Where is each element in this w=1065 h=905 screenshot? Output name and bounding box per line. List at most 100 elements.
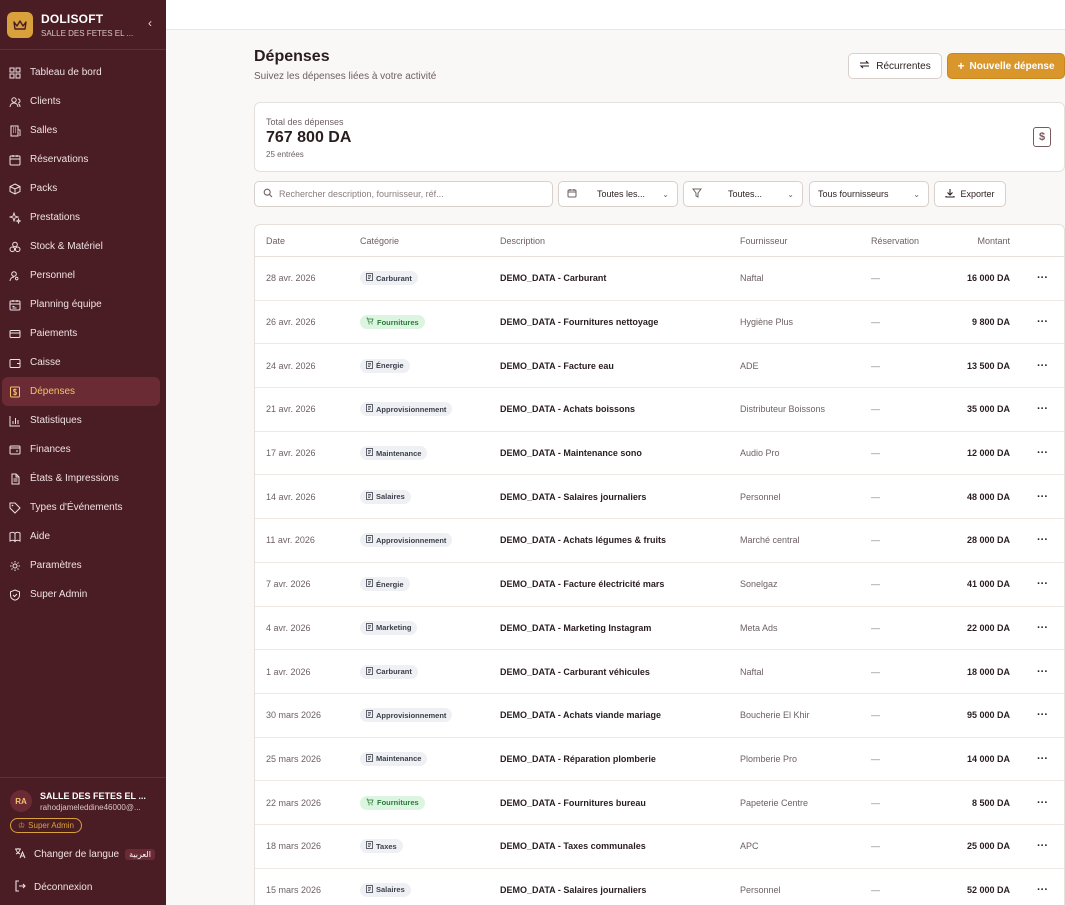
col-supplier[interactable]: Fournisseur xyxy=(740,236,788,246)
row-actions-icon[interactable]: ··· xyxy=(1037,491,1048,503)
table-row[interactable]: 11 avr. 2026 Approvisionnement DEMO_DATA -… xyxy=(255,519,1064,563)
new-expense-button[interactable]: + Nouvelle dépense xyxy=(947,53,1065,79)
sidebar-item-label: Dépenses xyxy=(30,386,76,397)
row-actions-icon[interactable]: ··· xyxy=(1037,534,1048,546)
category-badge: Marketing xyxy=(360,620,418,635)
reservation-cell: — xyxy=(871,884,880,895)
user-card[interactable]: RA SALLE DES FETES EL ... rahodjameleddi… xyxy=(10,790,156,812)
sidebar-item-etats-impressions[interactable]: États & Impressions xyxy=(0,464,160,493)
reservation-cell: — xyxy=(871,753,880,764)
date-filter-select[interactable]: Toutes les... ⌄ xyxy=(558,181,678,207)
col-description[interactable]: Description xyxy=(500,236,545,246)
sidebar-item-parametres[interactable]: Paramètres xyxy=(0,551,160,580)
sidebar-item-aide[interactable]: Aide xyxy=(0,522,160,551)
sidebar-item-tableau-de-bord[interactable]: Tableau de bord xyxy=(0,58,160,87)
row-actions-icon[interactable]: ··· xyxy=(1037,622,1048,634)
sidebar-item-reservations[interactable]: Réservations xyxy=(0,145,160,174)
table-row[interactable]: 28 avr. 2026 Carburant DEMO_DATA - Carbura… xyxy=(255,257,1064,301)
col-reservation[interactable]: Réservation xyxy=(871,236,919,246)
date-filter-value: Toutes les... xyxy=(597,189,646,199)
category-filter-value: Toutes... xyxy=(728,189,763,199)
category-cell: Fournitures xyxy=(360,795,425,810)
date-cell: 21 avr. 2026 xyxy=(266,404,316,415)
date-cell: 1 avr. 2026 xyxy=(266,666,311,677)
col-category[interactable]: Catégorie xyxy=(360,236,399,246)
row-actions-icon[interactable]: ··· xyxy=(1037,884,1048,896)
table-row[interactable]: 4 avr. 2026 Marketing DEMO_DATA - Marketin… xyxy=(255,607,1064,651)
table-row[interactable]: 22 mars 2026 Fournitures DEMO_DATA - Fourn… xyxy=(255,781,1064,825)
amount-cell: 12 000 DA xyxy=(966,448,1010,459)
sidebar-item-packs[interactable]: Packs xyxy=(0,174,160,203)
table-row[interactable]: 17 avr. 2026 Maintenance DEMO_DATA - Maint… xyxy=(255,432,1064,476)
sidebar-item-caisse[interactable]: Caisse xyxy=(0,348,160,377)
table-row[interactable]: 25 mars 2026 Maintenance DEMO_DATA - Répar… xyxy=(255,738,1064,782)
row-actions-icon[interactable]: ··· xyxy=(1037,797,1048,809)
row-actions-icon[interactable]: ··· xyxy=(1037,360,1048,372)
category-badge: Maintenance xyxy=(360,446,428,461)
sidebar-item-statistiques[interactable]: Statistiques xyxy=(0,406,160,435)
col-date[interactable]: Date xyxy=(266,236,285,246)
reservation-cell: — xyxy=(871,491,880,502)
sidebar-item-label: Types d'Événements xyxy=(30,502,123,513)
user-name: SALLE DES FETES EL ... xyxy=(40,790,146,801)
sidebar-item-label: Super Admin xyxy=(30,589,88,600)
sidebar-item-salles[interactable]: Salles xyxy=(0,116,160,145)
amount-cell: 28 000 DA xyxy=(966,535,1010,546)
category-label: Approvisionnement xyxy=(376,535,447,545)
table-row[interactable]: 30 mars 2026 Approvisionnement DEMO_DATA -… xyxy=(255,694,1064,738)
table-row[interactable]: 24 avr. 2026 Énergie DEMO_DATA - Facture e… xyxy=(255,344,1064,389)
sidebar-item-types-d-evenements[interactable]: Types d'Événements xyxy=(0,493,160,522)
logout-button[interactable]: Déconnexion xyxy=(10,880,156,895)
col-amount[interactable]: Montant xyxy=(977,236,1010,246)
row-actions-icon[interactable]: ··· xyxy=(1037,447,1048,459)
sidebar-item-clients[interactable]: Clients xyxy=(0,87,160,116)
sidebar-item-depenses[interactable]: Dépenses xyxy=(2,377,160,406)
sidebar-item-paiements[interactable]: Paiements xyxy=(0,319,160,348)
row-actions-icon[interactable]: ··· xyxy=(1037,316,1048,328)
amount-cell: 16 000 DA xyxy=(966,273,1010,284)
repeat-icon xyxy=(859,59,870,73)
supplier-cell: ADE xyxy=(740,360,759,371)
sidebar-item-planning-equipe[interactable]: Planning équipe xyxy=(0,290,160,319)
page-title: Dépenses xyxy=(254,48,330,65)
collapse-sidebar-icon[interactable]: ‹ xyxy=(148,16,152,30)
sidebar-item-personnel[interactable]: Personnel xyxy=(0,261,160,290)
row-actions-icon[interactable]: ··· xyxy=(1037,709,1048,721)
sidebar-item-super-admin[interactable]: Super Admin xyxy=(0,580,160,609)
date-cell: 30 mars 2026 xyxy=(266,710,322,721)
export-button[interactable]: Exporter xyxy=(934,181,1006,207)
sidebar-item-stock-materiel[interactable]: Stock & Matériel xyxy=(0,232,160,261)
row-actions-icon[interactable]: ··· xyxy=(1037,666,1048,678)
supplier-cell: Meta Ads xyxy=(740,622,778,633)
receipt-icon xyxy=(366,622,373,633)
supplier-cell: Distributeur Boissons xyxy=(740,404,826,415)
row-actions-icon[interactable]: ··· xyxy=(1037,753,1048,765)
category-filter-select[interactable]: Toutes... ⌄ xyxy=(683,181,803,207)
date-cell: 18 mars 2026 xyxy=(266,841,322,852)
supplier-filter-select[interactable]: Tous fournisseurs ⌄ xyxy=(809,181,929,207)
receipt-icon xyxy=(366,666,373,677)
search-box[interactable] xyxy=(254,181,553,207)
description-cell: DEMO_DATA - Fournitures bureau xyxy=(500,797,646,808)
user-cog-icon xyxy=(8,269,22,283)
table-row[interactable]: 7 avr. 2026 Énergie DEMO_DATA - Facture él… xyxy=(255,563,1064,607)
category-label: Maintenance xyxy=(376,448,422,458)
search-input[interactable] xyxy=(279,189,539,199)
table-row[interactable]: 21 avr. 2026 Approvisionnement DEMO_DATA -… xyxy=(255,388,1064,432)
row-actions-icon[interactable]: ··· xyxy=(1037,272,1048,284)
amount-cell: 25 000 DA xyxy=(966,841,1010,852)
row-actions-icon[interactable]: ··· xyxy=(1037,403,1048,415)
sidebar-item-prestations[interactable]: Prestations xyxy=(0,203,160,232)
table-row[interactable]: 14 avr. 2026 Salaires DEMO_DATA - Salaires… xyxy=(255,475,1064,520)
receipt-icon xyxy=(366,885,373,895)
table-row[interactable]: 1 avr. 2026 Carburant DEMO_DATA - Carburan… xyxy=(255,650,1064,694)
table-row[interactable]: 18 mars 2026 Taxes DEMO_DATA - Taxes commu… xyxy=(255,825,1064,869)
change-language-button[interactable]: Changer de langue العربية xyxy=(10,847,156,862)
category-badge: Énergie xyxy=(360,577,410,592)
sidebar-item-finances[interactable]: Finances xyxy=(0,435,160,464)
row-actions-icon[interactable]: ··· xyxy=(1037,578,1048,590)
recurring-button[interactable]: Récurrentes xyxy=(848,53,942,79)
row-actions-icon[interactable]: ··· xyxy=(1037,840,1048,852)
table-row[interactable]: 26 avr. 2026 Fournitures DEMO_DATA - Fourn… xyxy=(255,301,1064,345)
table-row[interactable]: 15 mars 2026 Salaires DEMO_DATA - Salaires… xyxy=(255,869,1064,905)
